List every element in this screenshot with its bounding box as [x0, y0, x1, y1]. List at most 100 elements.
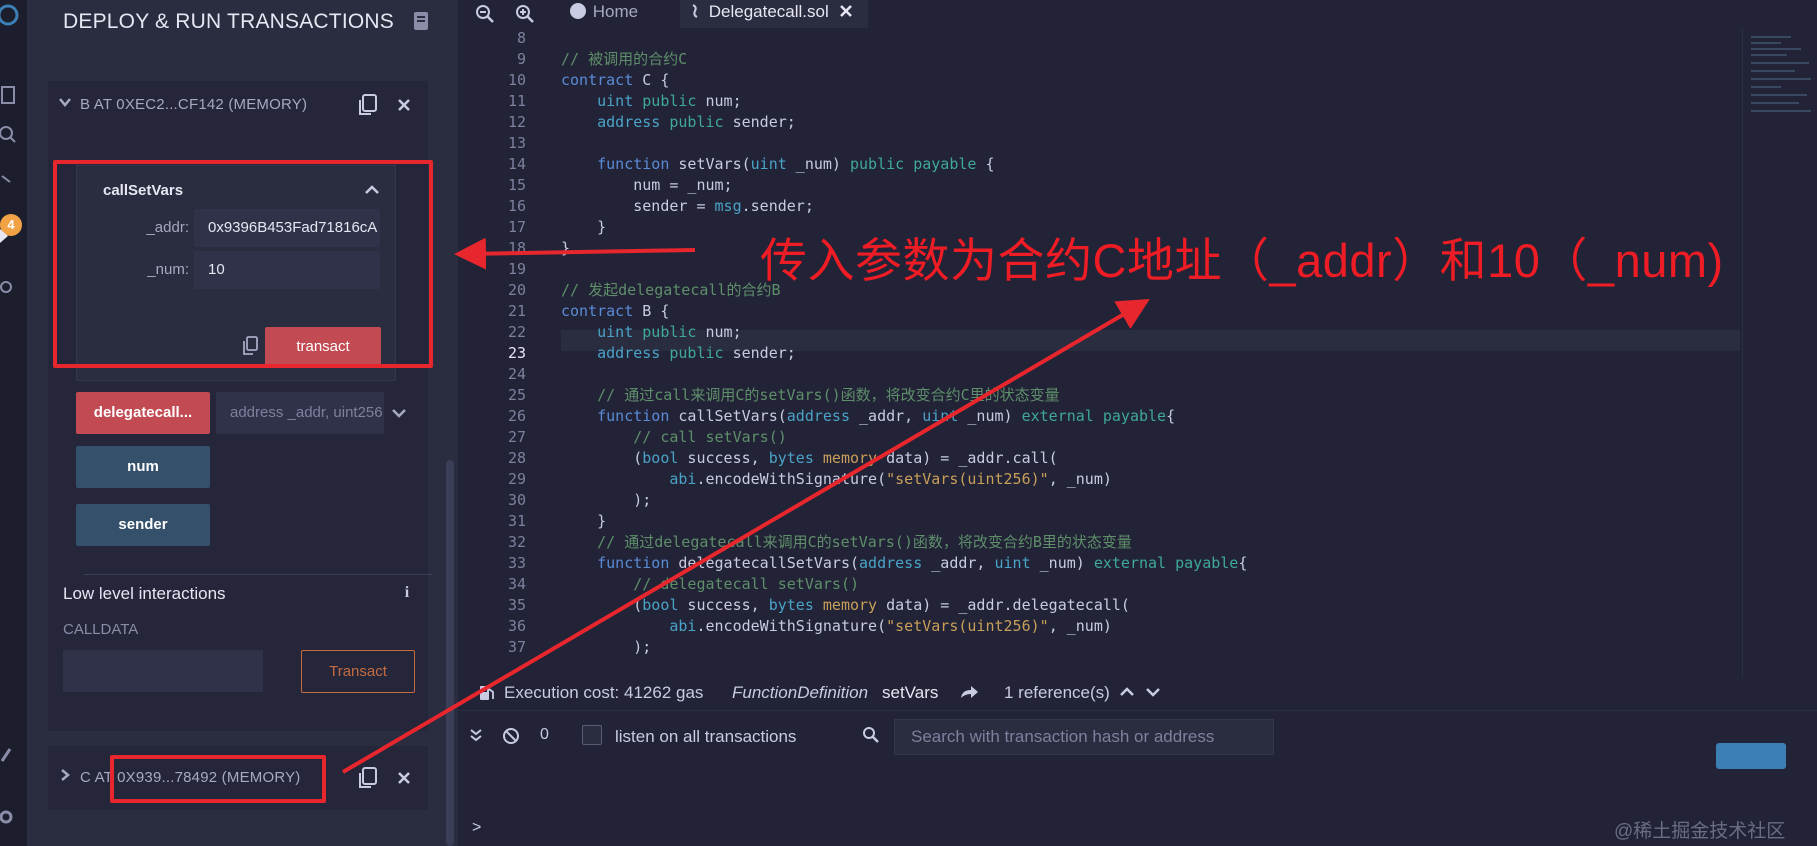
terminal-action-button[interactable] — [1716, 743, 1786, 769]
code-line[interactable]: 27 // call setVars() — [458, 427, 1740, 448]
copy-address-icon[interactable] — [356, 766, 378, 790]
code-line[interactable]: 30 ); — [458, 490, 1740, 511]
delegatecall-button[interactable]: delegatecall... — [76, 392, 210, 434]
compiler-icon[interactable] — [0, 172, 22, 194]
line-code: } — [561, 218, 607, 236]
code-line[interactable]: 13 — [458, 133, 1740, 154]
code-line[interactable]: 11 uint public num; — [458, 91, 1740, 112]
transaction-search-input[interactable]: Search with transaction hash or address — [894, 719, 1274, 755]
execution-cost: Execution cost: 41262 gas — [504, 683, 704, 702]
code-line[interactable]: 22 uint public num; — [458, 322, 1740, 343]
terminal-prompt[interactable]: > — [472, 819, 481, 837]
editor-tabs: Home Delegatecall.sol — [458, 0, 1817, 28]
code-line[interactable]: 36 abi.encodeWithSignature("setVars(uint… — [458, 616, 1740, 637]
calldata-input[interactable] — [63, 650, 263, 692]
code-line[interactable]: 37 ); — [458, 637, 1740, 658]
line-number: 18 — [507, 239, 526, 257]
code-line[interactable]: 12 address public sender; — [458, 112, 1740, 133]
minimap-line — [1751, 78, 1811, 80]
code-line[interactable]: 35 (bool success, bytes memory data) = _… — [458, 595, 1740, 616]
line-code: abi.encodeWithSignature("setVars(uint256… — [669, 470, 1112, 488]
tab-label: Home — [592, 2, 639, 21]
deploy-run-icon[interactable] — [0, 225, 22, 247]
code-line[interactable]: 33 function delegatecallSetVars(address … — [458, 553, 1740, 574]
code-editor[interactable]: 8 9 // 被调用的合约C 10 contract C {11 uint public… — [458, 28, 1740, 678]
code-line[interactable]: 23 address public sender; — [458, 343, 1740, 364]
file-explorer-icon[interactable] — [0, 84, 22, 106]
code-line[interactable]: 25 // 通过call来调用C的setVars()函数，将改变合约C里的状态变… — [458, 385, 1740, 406]
chevron-down-icon[interactable] — [1144, 683, 1162, 701]
plugin-manager-icon[interactable] — [0, 743, 22, 765]
line-code: (bool success, bytes memory data) = _add… — [561, 449, 1058, 467]
delegatecall-args-input[interactable]: address _addr, uint256 _num — [216, 392, 384, 434]
debugger-icon[interactable] — [0, 276, 22, 298]
go-to-definition-icon[interactable] — [958, 682, 980, 704]
info-icon[interactable]: i — [401, 584, 413, 604]
code-line[interactable]: 8 — [458, 28, 1740, 49]
clear-console-icon[interactable] — [502, 727, 520, 745]
double-chevron-down-icon[interactable] — [468, 727, 484, 743]
chevron-up-icon[interactable] — [1118, 683, 1136, 701]
tab-delegatecall-sol[interactable]: Delegatecall.sol — [680, 0, 868, 28]
line-number: 34 — [507, 575, 526, 593]
close-tab-icon[interactable] — [839, 4, 853, 18]
tab-home[interactable]: Home — [558, 0, 688, 28]
icon-rail: 4 — [0, 0, 28, 846]
minimap-line — [1751, 48, 1801, 50]
line-number: 14 — [507, 155, 526, 173]
line-code: contract C { — [561, 71, 670, 89]
line-code: // delegatecall setVars() — [633, 575, 860, 593]
instance-header[interactable]: B AT 0XEC2...CF142 (MEMORY) — [48, 81, 428, 129]
line-number: 13 — [507, 134, 526, 152]
zoom-in-icon[interactable] — [514, 3, 536, 25]
num-button[interactable]: num — [76, 446, 210, 488]
tab-label: Delegatecall.sol — [708, 2, 829, 21]
chevron-down-icon[interactable] — [56, 95, 74, 115]
line-number: 30 — [507, 491, 526, 509]
code-line[interactable]: 24 — [458, 364, 1740, 385]
line-number: 16 — [507, 197, 526, 215]
remove-instance-icon[interactable] — [396, 98, 412, 114]
copy-address-icon[interactable] — [356, 93, 378, 117]
line-code: address public sender; — [597, 344, 796, 362]
code-line[interactable]: 9 // 被调用的合约C — [458, 49, 1740, 70]
line-code: } — [561, 239, 571, 257]
line-number: 23 — [507, 344, 526, 362]
book-icon[interactable] — [412, 11, 430, 31]
line-number: 37 — [507, 638, 526, 656]
code-line[interactable]: 29 abi.encodeWithSignature("setVars(uint… — [458, 469, 1740, 490]
code-line[interactable]: 16 sender = msg.sender; — [458, 196, 1740, 217]
code-line[interactable]: 34 // delegatecall setVars() — [458, 574, 1740, 595]
code-line[interactable]: 28 (bool success, bytes memory data) = _… — [458, 448, 1740, 469]
code-line[interactable]: 15 num = _num; — [458, 175, 1740, 196]
chevron-down-icon[interactable] — [390, 404, 408, 422]
panel-scrollbar-thumb[interactable] — [446, 460, 454, 846]
line-code: contract B { — [561, 302, 670, 320]
line-number: 11 — [507, 92, 526, 110]
line-code: abi.encodeWithSignature("setVars(uint256… — [669, 617, 1112, 635]
sender-button[interactable]: sender — [76, 504, 210, 546]
code-line[interactable]: 31 } — [458, 511, 1740, 532]
settings-icon[interactable] — [0, 806, 22, 828]
code-line[interactable]: 14 function setVars(uint _num) public pa… — [458, 154, 1740, 175]
remix-logo-icon[interactable] — [0, 4, 22, 26]
search-icon[interactable] — [0, 124, 22, 146]
listen-checkbox[interactable] — [582, 725, 602, 745]
terminal-toolbar: 0 listen on all transactions Search with… — [458, 715, 1817, 755]
definition-name: setVars — [882, 683, 939, 702]
code-line[interactable]: 32 // 通过delegatecall来调用C的setVars()函数，将改变… — [458, 532, 1740, 553]
line-number: 12 — [507, 113, 526, 131]
minimap-line — [1751, 94, 1807, 96]
line-code: // 被调用的合约C — [561, 50, 688, 68]
chevron-right-icon[interactable] — [56, 768, 74, 788]
line-number: 35 — [507, 596, 526, 614]
code-line[interactable]: 10 contract C { — [458, 70, 1740, 91]
definition-kind: FunctionDefinition — [732, 683, 869, 702]
code-line[interactable]: 21 contract B { — [458, 301, 1740, 322]
code-line[interactable]: 26 function callSetVars(address _addr, u… — [458, 406, 1740, 427]
minimap[interactable] — [1742, 28, 1817, 678]
line-number: 27 — [507, 428, 526, 446]
remove-instance-icon[interactable] — [396, 771, 412, 787]
zoom-out-icon[interactable] — [474, 3, 496, 25]
low-level-transact-button[interactable]: Transact — [301, 650, 415, 693]
